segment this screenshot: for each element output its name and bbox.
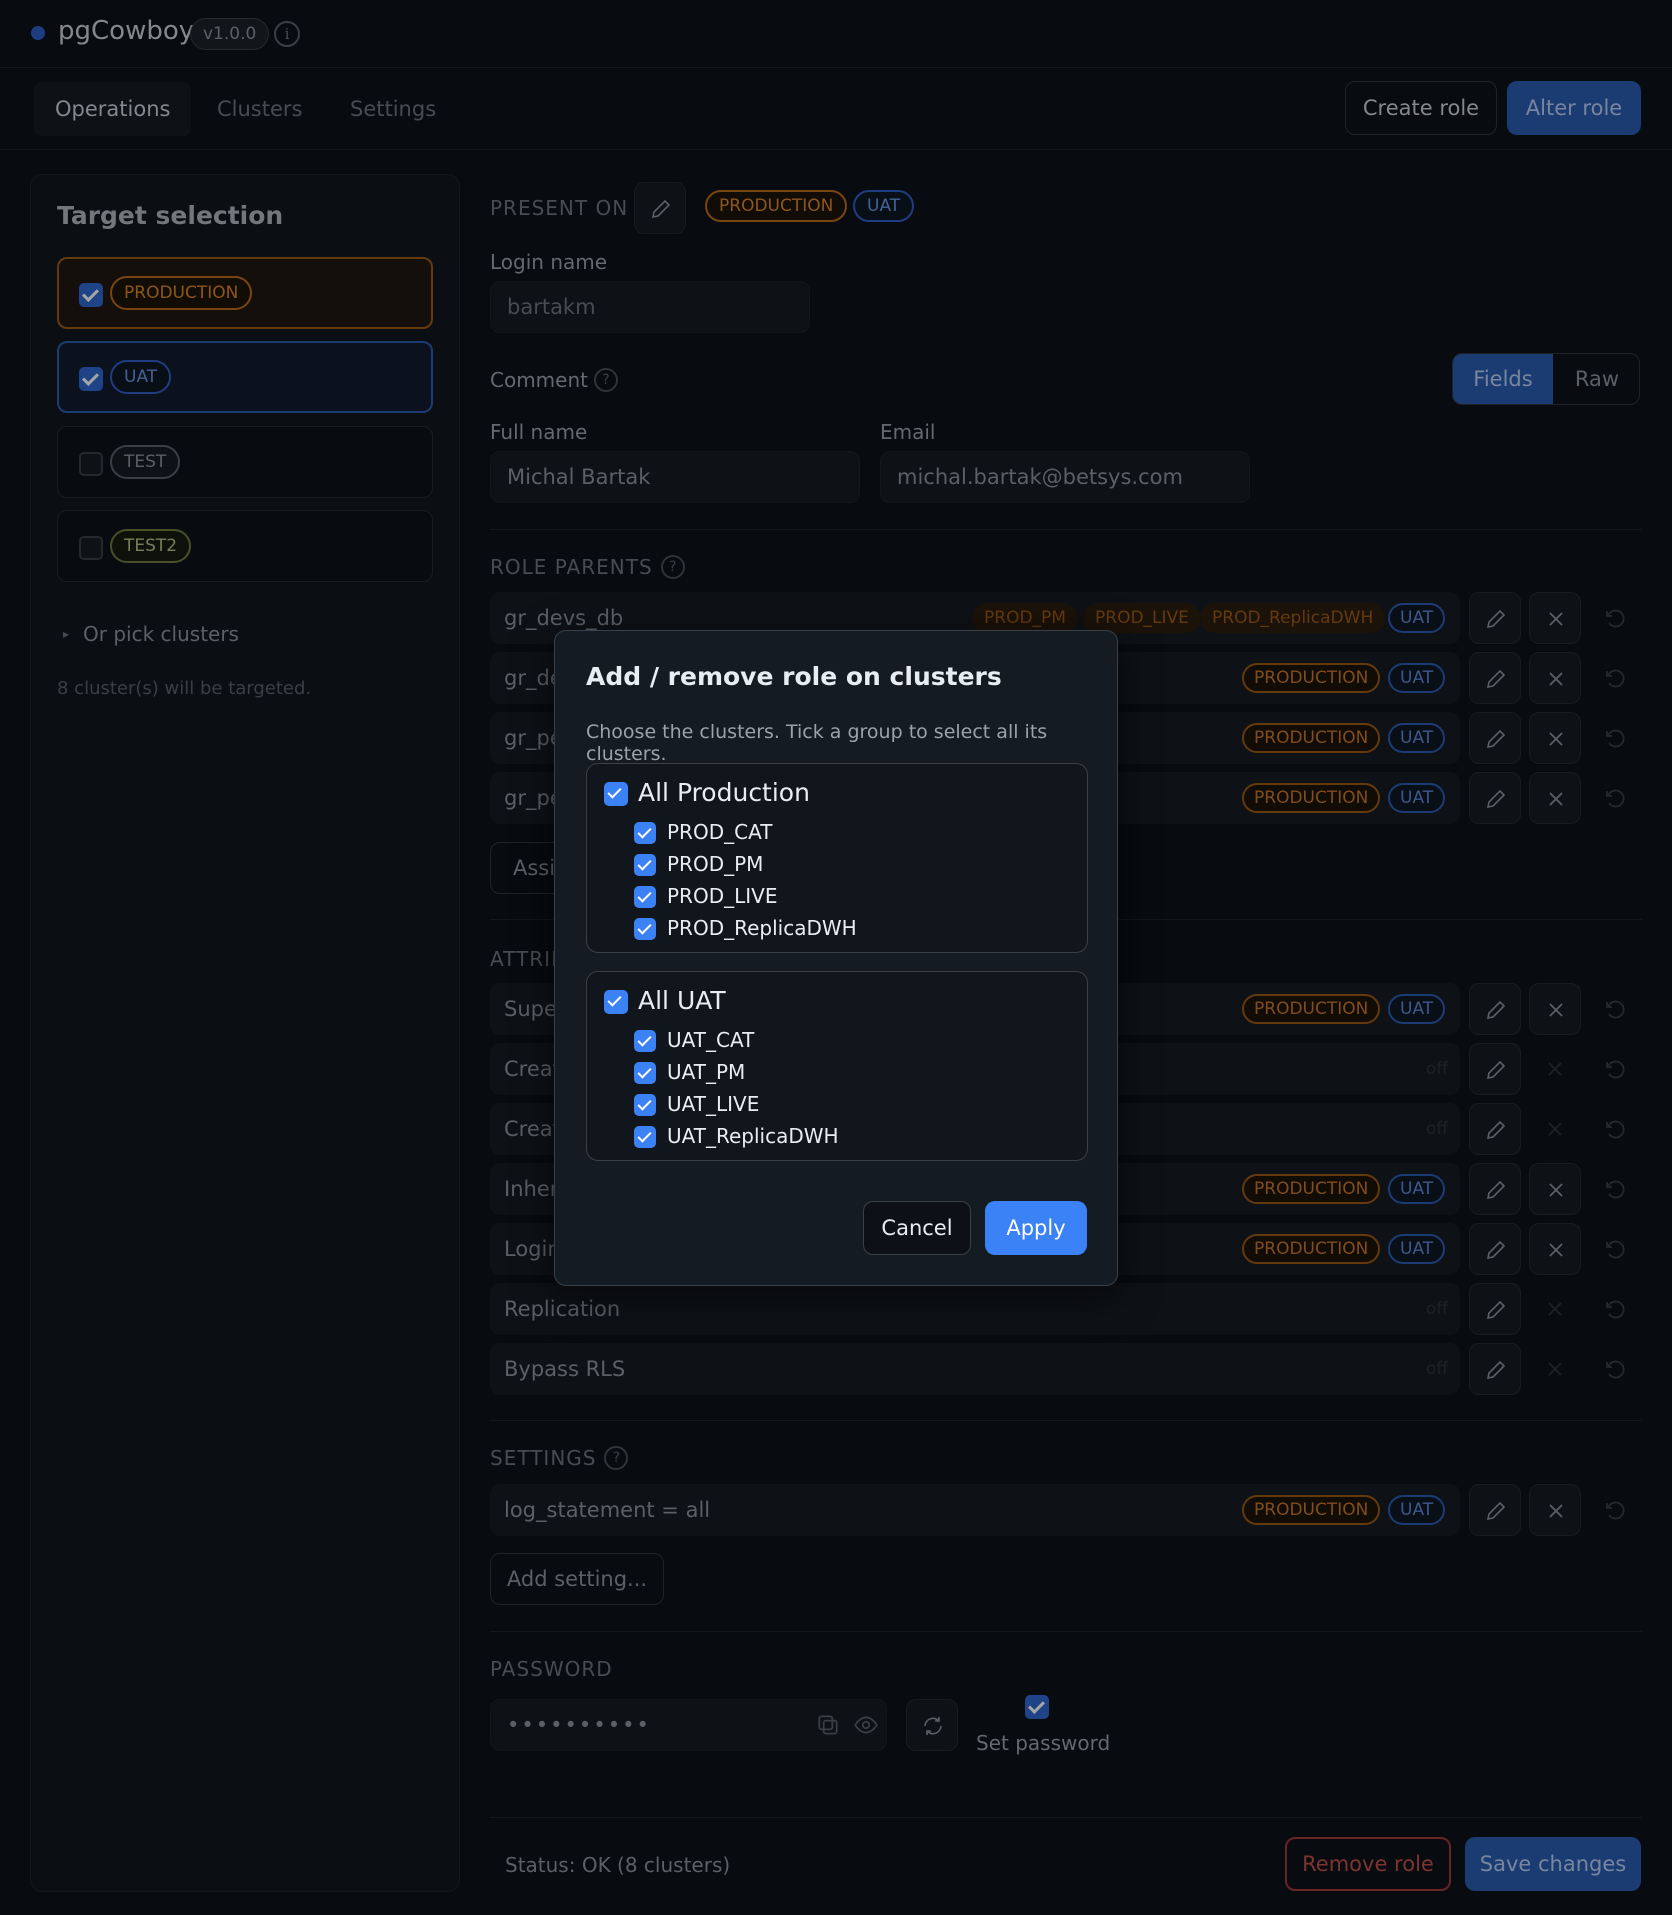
cluster-checkbox[interactable]	[634, 1126, 656, 1148]
all-uat-checkbox[interactable]	[604, 990, 628, 1014]
uat-group: All UAT UAT_CAT UAT_PM UAT_LIVE UAT_Repl…	[586, 971, 1088, 1161]
dialog-title: Add / remove role on clusters	[586, 662, 1002, 691]
cluster-label: PROD_CAT	[667, 820, 773, 844]
cluster-checkbox[interactable]	[634, 1094, 656, 1116]
cluster-label: UAT_ReplicaDWH	[667, 1124, 839, 1148]
cluster-label: UAT_CAT	[667, 1028, 755, 1052]
cluster-label: PROD_ReplicaDWH	[667, 916, 857, 940]
all-production-checkbox[interactable]	[604, 782, 628, 806]
cluster-label: UAT_LIVE	[667, 1092, 760, 1116]
cancel-button[interactable]: Cancel	[863, 1201, 971, 1255]
dialog-description: Choose the clusters. Tick a group to sel…	[586, 721, 1048, 765]
cluster-checkbox[interactable]	[634, 822, 656, 844]
cluster-checkbox[interactable]	[634, 854, 656, 876]
group-title: All UAT	[638, 986, 726, 1015]
apply-button[interactable]: Apply	[985, 1201, 1087, 1255]
cluster-label: PROD_LIVE	[667, 884, 778, 908]
cluster-checkbox[interactable]	[634, 1062, 656, 1084]
group-title: All Production	[638, 778, 810, 807]
cluster-dialog: Add / remove role on clusters Choose the…	[554, 630, 1118, 1286]
production-group: All Production PROD_CAT PROD_PM PROD_LIV…	[586, 763, 1088, 953]
cluster-label: PROD_PM	[667, 852, 764, 876]
cluster-label: UAT_PM	[667, 1060, 746, 1084]
cluster-checkbox[interactable]	[634, 918, 656, 940]
cluster-checkbox[interactable]	[634, 886, 656, 908]
cluster-checkbox[interactable]	[634, 1030, 656, 1052]
